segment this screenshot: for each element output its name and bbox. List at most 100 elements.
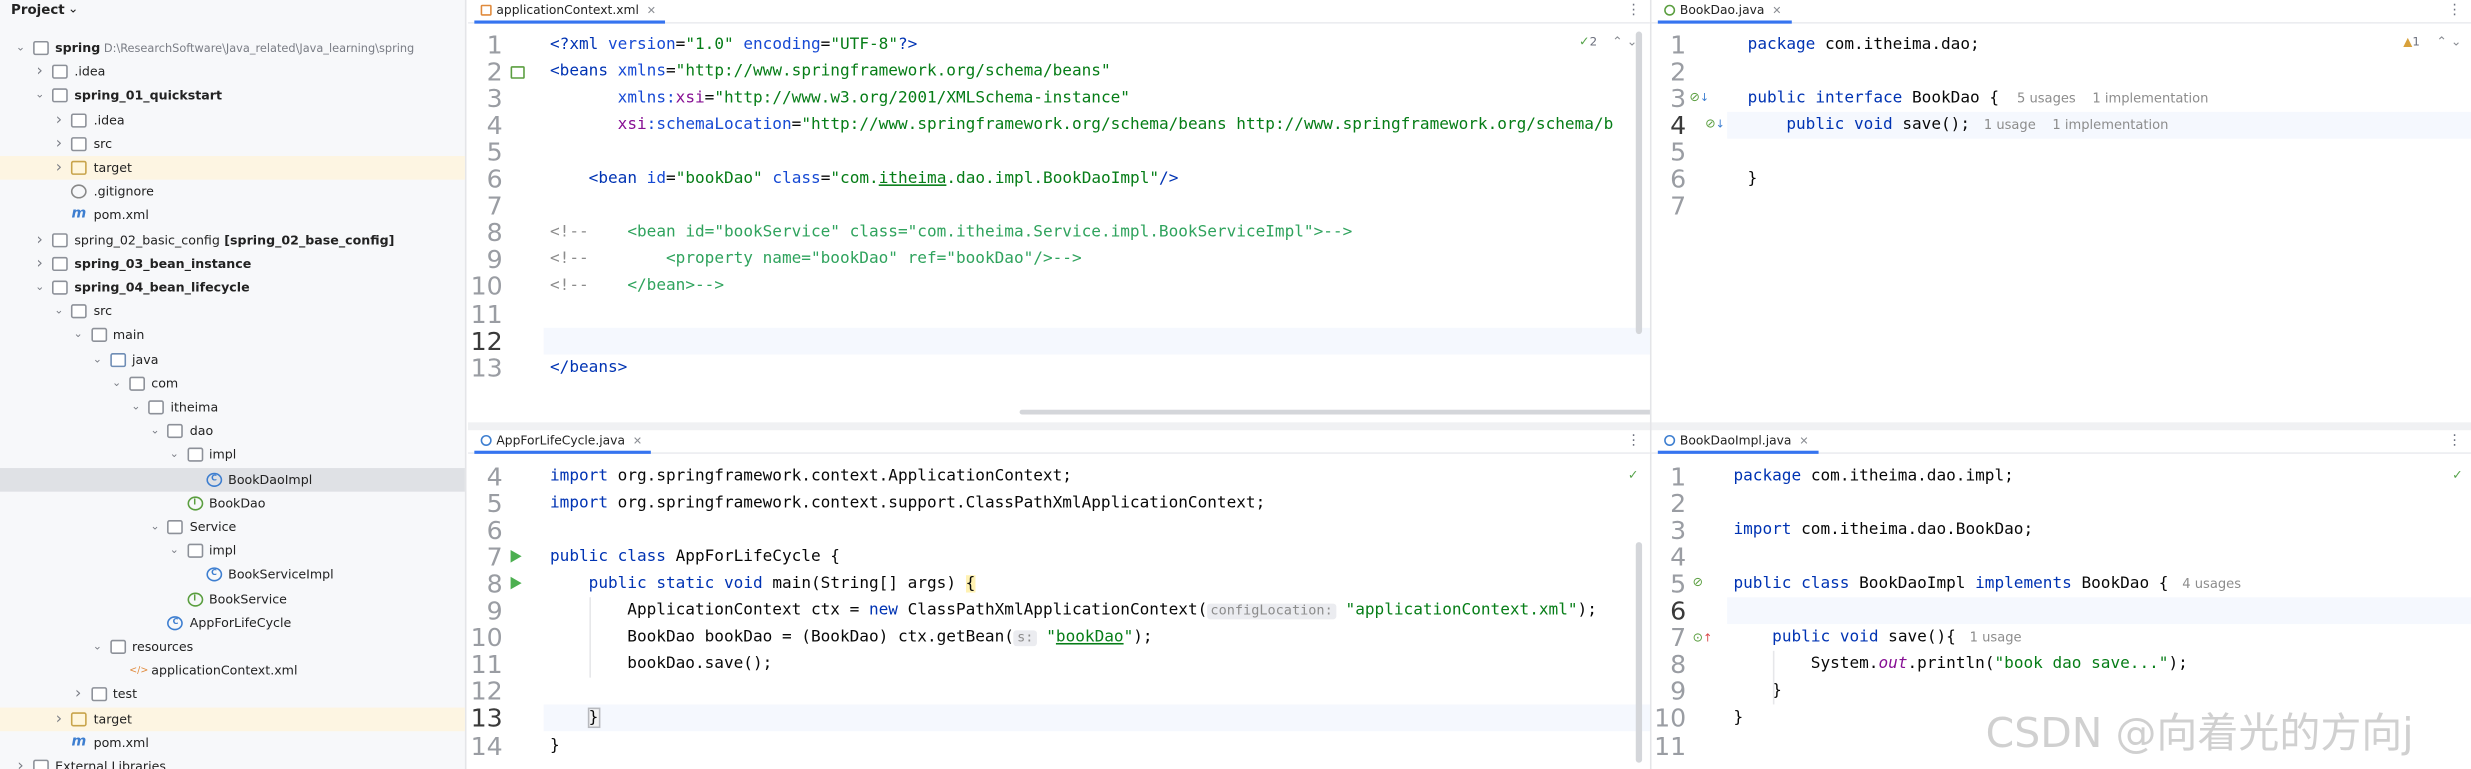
chevron-down-icon[interactable]: ⌄ — [149, 515, 162, 539]
chevron-down-icon[interactable]: ⌄ — [168, 539, 181, 563]
xml-file-icon: </> — [129, 665, 149, 677]
tree-item--idea[interactable]: › .idea — [0, 60, 465, 84]
chevron-down-icon[interactable]: ⌄ — [130, 396, 143, 420]
tree-item-src[interactable]: › src — [0, 132, 465, 156]
chevron-down-icon[interactable]: ⌄ — [72, 324, 85, 348]
gitignore-icon — [71, 184, 88, 199]
warning-count: 1 — [2412, 34, 2420, 49]
tree-item-bookdaoimpl[interactable]: C BookDaoImpl — [0, 467, 465, 492]
chevron-down-icon[interactable]: ⌄ — [14, 36, 27, 60]
tab-appforlifecycle-java[interactable]: AppForLifeCycle.java ✕ — [474, 430, 652, 454]
code-area[interactable]: 1 package com.itheima.dao; 2 3 public interf… — [1652, 31, 2471, 423]
more-options-icon[interactable]: ⋮ — [1626, 433, 1640, 449]
nav-arrows-icon[interactable]: ⌃ ⌄ — [2436, 35, 2461, 49]
more-options-icon[interactable]: ⋮ — [2447, 433, 2461, 449]
close-icon[interactable]: ✕ — [1772, 5, 1781, 18]
tree-item-bookserviceimpl[interactable]: C BookServiceImpl — [0, 563, 465, 587]
tree-item--gitignore[interactable]: .gitignore — [0, 180, 465, 204]
tab-bookdaoimpl-java[interactable]: BookDaoImpl.java ✕ — [1657, 430, 1819, 454]
chevron-down-icon[interactable]: ⌄ — [110, 372, 123, 396]
inspection-ok-icon[interactable]: ✓ — [2452, 468, 2463, 482]
close-icon[interactable]: ✕ — [647, 5, 656, 18]
line-number: 8 — [1670, 649, 1687, 680]
line-number: 6 — [1670, 595, 1687, 626]
chevron-right-icon[interactable]: › — [14, 755, 27, 769]
chevron-down-icon[interactable]: ⌄ — [168, 443, 181, 467]
tree-item-main[interactable]: ⌄ main — [0, 324, 465, 348]
folder-icon — [71, 304, 88, 319]
chevron-right-icon[interactable]: › — [53, 108, 66, 132]
chevron-down-icon[interactable]: ⌄ — [68, 2, 79, 16]
more-options-icon[interactable]: ⋮ — [2447, 3, 2461, 19]
vertical-divider[interactable] — [1649, 0, 1652, 769]
tree-item-target[interactable]: › target — [0, 156, 465, 180]
tree-item-src[interactable]: ⌄ src — [0, 300, 465, 324]
tree-item-bookservice[interactable]: I BookService — [0, 587, 465, 611]
close-icon[interactable]: ✕ — [1799, 435, 1808, 448]
code-line: System.out.println("book dao save..."); — [1733, 655, 2188, 674]
chevron-right-icon[interactable]: › — [53, 132, 66, 156]
nav-arrows-icon[interactable]: ⌃ ⌄ — [1612, 35, 1637, 49]
tree-item-spring-01-quickstart[interactable]: ⌄ spring_01_quickstart — [0, 84, 465, 108]
tree-item-test[interactable]: › test — [0, 683, 465, 707]
tree-item-external-libraries[interactable]: › External Libraries — [0, 755, 465, 769]
chevron-down-icon[interactable]: ⌄ — [33, 276, 46, 300]
tree-item-dao[interactable]: ⌄ dao — [0, 419, 465, 443]
chevron-down-icon[interactable]: ⌄ — [33, 84, 46, 108]
chevron-right-icon[interactable]: › — [53, 156, 66, 180]
tree-item-itheima[interactable]: ⌄ itheima — [0, 396, 465, 420]
tree-item-java[interactable]: ⌄ java — [0, 348, 465, 372]
overrides-icon[interactable]: ⊙↑ — [1693, 630, 1713, 644]
tree-item-label: applicationContext.xml — [151, 663, 298, 678]
chevron-down-icon[interactable]: ⌄ — [149, 419, 162, 443]
module-folder-icon — [52, 232, 69, 247]
vertical-scrollbar[interactable] — [1635, 31, 1643, 335]
tree-item-spring-04-bean-lifecycle[interactable]: ⌄ spring_04_bean_lifecycle — [0, 276, 465, 300]
tree-item-applicationcontext-xml[interactable]: </> applicationContext.xml — [0, 659, 465, 683]
warning-icon[interactable]: ▲1 — [2403, 35, 2420, 49]
tree-item-spring-03-bean-instance[interactable]: › spring_03_bean_instance — [0, 252, 465, 276]
chevron-right-icon[interactable]: › — [33, 252, 46, 276]
code-area[interactable]: 1 <?xml version="1.0" encoding="UTF-8"?> 2… — [468, 31, 1650, 423]
indent-guide — [1772, 651, 1775, 706]
tree-item-bookdao[interactable]: I BookDao — [0, 491, 465, 515]
spring-beans-icon[interactable] — [510, 65, 525, 81]
chevron-right-icon[interactable]: › — [53, 707, 66, 731]
code-line: } — [587, 708, 600, 729]
tree-item-resources[interactable]: ⌄ resources — [0, 635, 465, 659]
inspection-ok-icon[interactable]: ✓ — [1628, 468, 1639, 482]
run-icon[interactable] — [510, 549, 522, 563]
implemented-by-icon[interactable]: ⊘↓ — [1689, 89, 1709, 103]
tree-item-spring-02-basic-config[interactable]: › spring_02_basic_config [spring_02_base_… — [0, 228, 465, 252]
tab-applicationcontext-xml[interactable]: applicationContext.xml ✕ — [474, 0, 666, 24]
chevron-down-icon[interactable]: ⌄ — [91, 635, 104, 659]
tree-item-com[interactable]: ⌄ com — [0, 372, 465, 396]
chevron-down-icon[interactable]: ⌄ — [53, 300, 66, 324]
project-path: D:\ResearchSoftware\Java_related\Java_le… — [100, 40, 415, 56]
implements-icon[interactable]: ⊘ — [1693, 574, 1704, 588]
project-view-header[interactable]: Project ⌄ — [0, 0, 465, 24]
close-icon[interactable]: ✕ — [633, 435, 642, 448]
vertical-scrollbar[interactable] — [1635, 541, 1643, 762]
tree-item-pom-xml[interactable]: m pom.xml — [0, 731, 465, 755]
run-icon[interactable] — [510, 576, 522, 590]
tree-item--idea[interactable]: › .idea — [0, 108, 465, 132]
more-options-icon[interactable]: ⋮ — [1626, 3, 1640, 19]
tree-item-impl[interactable]: ⌄ impl — [0, 443, 465, 467]
implemented-by-icon[interactable]: ⊘↓ — [1705, 116, 1725, 130]
tree-item-service[interactable]: ⌄ Service — [0, 515, 465, 539]
inspection-ok-icon[interactable]: ✓2 — [1579, 35, 1597, 49]
tab-bookdao-java[interactable]: BookDao.java ✕ — [1657, 0, 1792, 24]
horizontal-divider[interactable] — [468, 422, 2471, 431]
tree-item-appforlifecycle[interactable]: C AppForLifeCycle — [0, 611, 465, 635]
chevron-right-icon[interactable]: › — [33, 60, 46, 84]
tree-item-pom-xml[interactable]: m pom.xml — [0, 204, 465, 228]
horizontal-scrollbar[interactable] — [1019, 409, 1650, 415]
tree-item-impl[interactable]: ⌄ impl — [0, 539, 465, 563]
tree-item-target[interactable]: › target — [0, 706, 465, 731]
chevron-right-icon[interactable]: › — [33, 228, 46, 252]
code-area[interactable]: 4 import org.springframework.context.Appl… — [468, 462, 1650, 769]
chevron-right-icon[interactable]: › — [72, 683, 85, 707]
chevron-down-icon[interactable]: ⌄ — [91, 348, 104, 372]
tree-item-spring[interactable]: ⌄ spring D:\ResearchSoftware\Java_related… — [0, 36, 465, 60]
